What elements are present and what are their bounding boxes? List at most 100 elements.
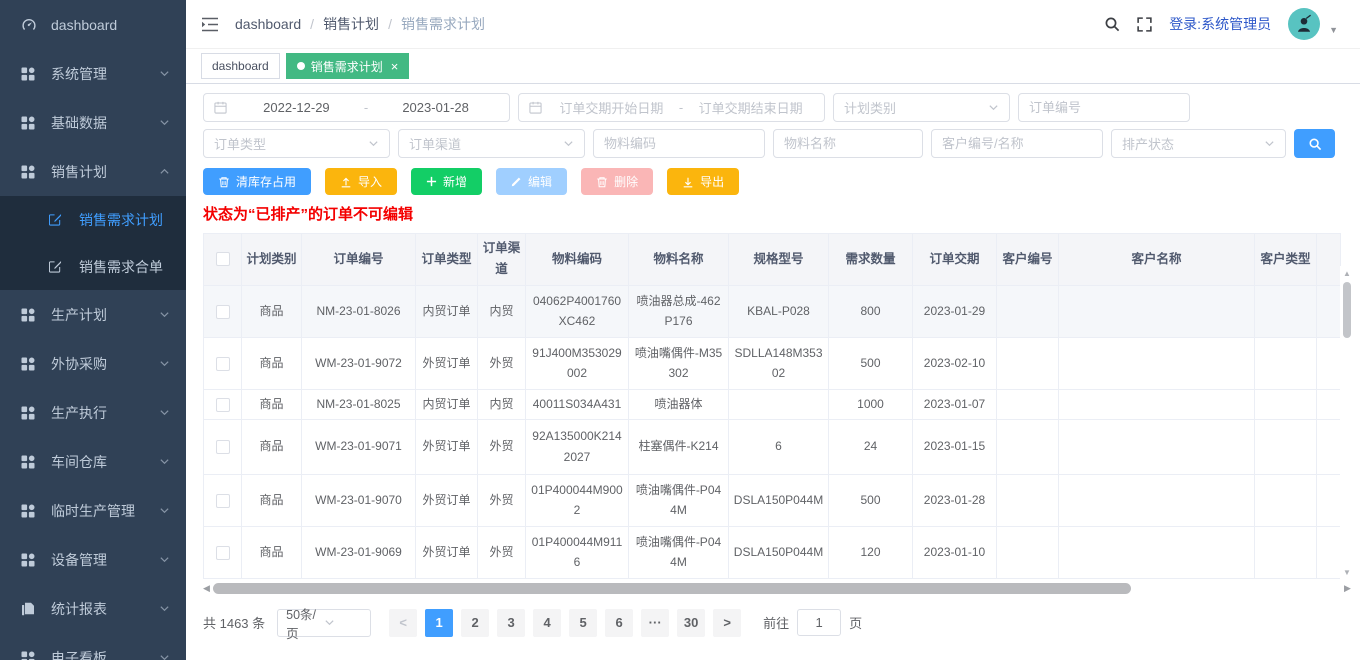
- sidebar-item-sales-demand-plan[interactable]: 销售需求计划: [0, 196, 186, 243]
- table-row[interactable]: 商品NM-23-01-8025内贸订单内贸40011S034A431喷油器体10…: [204, 389, 1341, 419]
- pager-page-5[interactable]: 5: [569, 609, 597, 637]
- row-checkbox[interactable]: [216, 440, 230, 454]
- sidebar-item-base-data[interactable]: 基础数据: [0, 98, 186, 147]
- collapse-sidebar-icon[interactable]: [201, 17, 219, 32]
- sidebar-item-sales-demand-merge[interactable]: 销售需求合单: [0, 243, 186, 290]
- table-row[interactable]: 商品WM-23-01-9070外贸订单外贸01P400044M9002喷油嘴偶件…: [204, 474, 1341, 526]
- breadcrumb-item[interactable]: dashboard: [235, 16, 301, 32]
- pagination: 共 1463 条 50条/页 < 123456···30 > 前往 页: [203, 609, 1354, 637]
- scroll-down-arrow-icon[interactable]: ▼: [1340, 567, 1354, 579]
- table-cell: 喷油嘴偶件-P044M: [629, 474, 729, 526]
- button-label: 导出: [700, 173, 724, 190]
- row-checkbox[interactable]: [216, 305, 230, 319]
- export-button[interactable]: 导出: [667, 168, 739, 195]
- goto-page-input[interactable]: [797, 609, 841, 636]
- filter-row-2: 订单类型 订单渠道 排产状态: [203, 129, 1354, 158]
- delete-button[interactable]: 删除: [581, 168, 653, 195]
- clear-stock-button[interactable]: 清库存占用: [203, 168, 311, 195]
- close-icon[interactable]: ×: [391, 60, 399, 73]
- table-cell: NM-23-01-8026: [302, 285, 416, 337]
- import-button[interactable]: 导入: [325, 168, 397, 195]
- vertical-scrollbar[interactable]: ▲ ▼: [1340, 266, 1354, 579]
- table-cell: 商品: [242, 285, 302, 337]
- pager-page-4[interactable]: 4: [533, 609, 561, 637]
- table-cell: [997, 337, 1059, 389]
- horizontal-scrollbar[interactable]: ◀ ▶: [203, 582, 1354, 595]
- table-cell: [1059, 419, 1255, 474]
- pager-page-1[interactable]: 1: [425, 609, 453, 637]
- table-cell: [1255, 389, 1317, 419]
- table-cell: [729, 389, 829, 419]
- sidebar-item-system-management[interactable]: 系统管理: [0, 49, 186, 98]
- avatar[interactable]: [1288, 8, 1320, 40]
- page-size-select[interactable]: 50条/页: [277, 609, 371, 637]
- table-cell: 内贸: [478, 389, 526, 419]
- grid-icon: [21, 455, 38, 469]
- material-name-input[interactable]: [773, 129, 923, 158]
- plan-category-select[interactable]: 计划类别: [833, 93, 1010, 122]
- sidebar-item-statistical-reports[interactable]: 统计报表: [0, 584, 186, 633]
- pager-more-button[interactable]: ···: [641, 609, 669, 637]
- row-checkbox[interactable]: [216, 546, 230, 560]
- edit-button[interactable]: 编辑: [496, 168, 567, 195]
- search-icon[interactable]: [1104, 16, 1120, 32]
- scroll-right-arrow-icon[interactable]: ▶: [1344, 582, 1354, 595]
- sidebar-item-production-plan[interactable]: 生产计划: [0, 290, 186, 339]
- search-button[interactable]: [1294, 129, 1335, 158]
- due-date-range-picker[interactable]: 订单交期开始日期 - 订单交期结束日期: [518, 93, 825, 122]
- order-type-select[interactable]: 订单类型: [203, 129, 390, 158]
- material-code-input[interactable]: [593, 129, 765, 158]
- breadcrumb-item[interactable]: 销售计划: [323, 14, 379, 34]
- table-cell: 商品: [242, 389, 302, 419]
- sidebar-item-equipment-management[interactable]: 设备管理: [0, 535, 186, 584]
- pager-page-6[interactable]: 6: [605, 609, 633, 637]
- calendar-icon: [529, 101, 542, 114]
- pager-page-3[interactable]: 3: [497, 609, 525, 637]
- sidebar-item-production-execution[interactable]: 生产执行: [0, 388, 186, 437]
- pager-page-30[interactable]: 30: [677, 609, 705, 637]
- chevron-down-icon: [159, 117, 170, 128]
- tab-dashboard[interactable]: dashboard: [201, 53, 280, 79]
- table-cell: 500: [829, 337, 913, 389]
- tab-销售需求计划[interactable]: 销售需求计划×: [286, 53, 410, 79]
- caret-down-icon[interactable]: ▼: [1329, 13, 1338, 35]
- row-checkbox[interactable]: [216, 398, 230, 412]
- pager-next-button[interactable]: >: [713, 609, 741, 637]
- dashboard-icon: [21, 17, 38, 33]
- sidebar-item-label: 销售需求合单: [79, 257, 170, 277]
- table-row[interactable]: 商品WM-23-01-9069外贸订单外贸01P400044M9116喷油嘴偶件…: [204, 526, 1341, 578]
- add-button[interactable]: 新增: [411, 168, 482, 195]
- table-cell: [1255, 337, 1317, 389]
- order-no-input[interactable]: [1018, 93, 1190, 122]
- scroll-up-arrow-icon[interactable]: ▲: [1340, 268, 1354, 280]
- customer-input[interactable]: [931, 129, 1103, 158]
- row-checkbox[interactable]: [216, 357, 230, 371]
- sidebar-item-sales-plan[interactable]: 销售计划: [0, 147, 186, 196]
- scroll-left-arrow-icon[interactable]: ◀: [203, 582, 213, 595]
- upload-icon: [340, 176, 352, 188]
- pager-page-2[interactable]: 2: [461, 609, 489, 637]
- fullscreen-icon[interactable]: [1137, 17, 1152, 32]
- table-row[interactable]: 商品WM-23-01-9071外贸订单外贸92A135000K2142027柱塞…: [204, 419, 1341, 474]
- sidebar-item-workshop-warehouse[interactable]: 车间仓库: [0, 437, 186, 486]
- due-date-end-placeholder: 订单交期结束日期: [687, 98, 814, 117]
- sidebar-item-outsourcing-purchase[interactable]: 外协采购: [0, 339, 186, 388]
- button-label: 新增: [443, 173, 467, 190]
- sidebar-item-temp-production-management[interactable]: 临时生产管理: [0, 486, 186, 535]
- order-channel-select[interactable]: 订单渠道: [398, 129, 585, 158]
- table-row[interactable]: 商品NM-23-01-8026内贸订单内贸04062P4001760XC462喷…: [204, 285, 1341, 337]
- sidebar-item-dashboard[interactable]: dashboard: [0, 0, 186, 49]
- sidebar-item-electronic-board[interactable]: 电子看板: [0, 633, 186, 660]
- pager-prev-button[interactable]: <: [389, 609, 417, 637]
- table-cell: [997, 285, 1059, 337]
- table-row[interactable]: 商品WM-23-01-9072外贸订单外贸91J400M353029002喷油嘴…: [204, 337, 1341, 389]
- schedule-status-select[interactable]: 排产状态: [1111, 129, 1286, 158]
- table-cell: [997, 526, 1059, 578]
- horizontal-scroll-thumb[interactable]: [213, 583, 1131, 594]
- row-checkbox[interactable]: [216, 494, 230, 508]
- vertical-scroll-thumb[interactable]: [1343, 282, 1351, 338]
- select-all-checkbox[interactable]: [216, 252, 230, 266]
- chevron-down-icon: [159, 407, 170, 418]
- create-date-range-picker[interactable]: 2022-12-29 - 2023-01-28: [203, 93, 510, 122]
- sidebar-item-label: 外协采购: [51, 354, 159, 374]
